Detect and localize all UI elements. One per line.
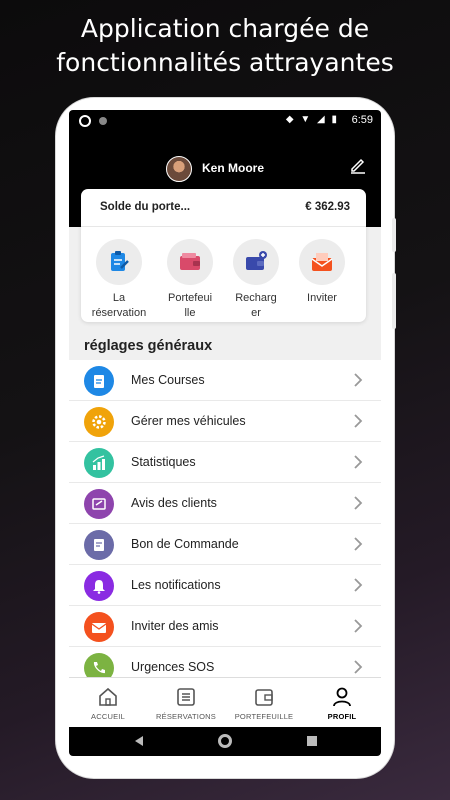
nav-accueil[interactable]: ACCUEIL [69, 678, 147, 728]
action-label-2: réservation [91, 307, 147, 319]
section-title: réglages généraux [84, 338, 213, 354]
bottom-navigation: ACCUEIL RÉSERVATIONS PORTEFEUILLE PROFIL [69, 677, 381, 727]
action-label: La [112, 292, 126, 304]
chevron-right-icon [354, 414, 363, 428]
settings-list: Mes Courses Gérer mes véhicules Statisti… [69, 360, 381, 688]
chevron-right-icon [354, 537, 363, 551]
action-label-2: lle [184, 307, 196, 319]
list-item-bon-commande[interactable]: Bon de Commande [69, 524, 381, 565]
list-item-label: Inviter des amis [131, 619, 219, 633]
nav-portefeuille[interactable]: PORTEFEUILLE [225, 678, 303, 728]
notification-dot-icon [99, 117, 107, 125]
recent-apps-icon[interactable] [307, 736, 317, 746]
chevron-right-icon [354, 578, 363, 592]
status-bar: ◆ ▼ ◢ ▮ 6:59 [69, 110, 381, 132]
wallet-plus-icon [233, 239, 279, 285]
system-navigation-bar [69, 727, 381, 756]
action-label: Portefeui [167, 292, 213, 304]
headline-line-1: Application chargée de [80, 14, 370, 43]
nav-profil[interactable]: PROFIL [303, 678, 381, 728]
chevron-right-icon [354, 455, 363, 469]
list-item-label: Gérer mes véhicules [131, 414, 246, 428]
action-label-2: er [251, 307, 261, 319]
list-item-label: Urgences SOS [131, 660, 215, 674]
action-wallet[interactable]: Portefeui lle [157, 239, 223, 321]
app-screen: ◆ ▼ ◢ ▮ 6:59 Ken Moore Solde du porte...… [69, 110, 381, 756]
list-item-label: Mes Courses [131, 373, 205, 387]
status-time: 6:59 [351, 114, 373, 126]
wallet-icon [255, 689, 273, 706]
avatar[interactable] [166, 156, 192, 182]
list-item-mes-courses[interactable]: Mes Courses [69, 360, 381, 401]
headline-line-2: fonctionnalités attrayantes [56, 48, 394, 77]
wallet-balance-label: Solde du porte... [100, 201, 191, 213]
list-icon [177, 688, 195, 706]
edit-icon[interactable] [349, 156, 367, 179]
list-item-avis[interactable]: Avis des clients [69, 483, 381, 524]
chevron-right-icon [354, 496, 363, 510]
back-icon[interactable] [135, 736, 143, 746]
action-label: Recharg [235, 292, 277, 304]
action-reservation[interactable]: La réservation [86, 239, 152, 321]
chevron-right-icon [354, 373, 363, 387]
action-invite[interactable]: Inviter [289, 239, 355, 306]
receipt-icon [84, 530, 114, 560]
home-circle-icon[interactable] [218, 734, 232, 748]
envelope-icon [84, 612, 114, 642]
nav-label: RÉSERVATIONS [156, 712, 216, 721]
clipboard-icon [84, 366, 114, 396]
list-item-inviter-amis[interactable]: Inviter des amis [69, 606, 381, 647]
list-item-label: Bon de Commande [131, 537, 239, 551]
clipboard-icon [96, 239, 142, 285]
chevron-right-icon [354, 619, 363, 633]
profile-row: Ken Moore [69, 152, 381, 186]
marketing-headline: Application chargée de fonctionnalités a… [0, 12, 450, 80]
action-label: Inviter [307, 292, 337, 304]
chevron-right-icon [354, 660, 363, 674]
bell-icon [84, 571, 114, 601]
nav-label: PORTEFEUILLE [234, 712, 294, 721]
list-item-notifications[interactable]: Les notifications [69, 565, 381, 606]
profile-name: Ken Moore [202, 161, 265, 175]
nav-reservations[interactable]: RÉSERVATIONS [147, 678, 225, 728]
profile-header: Ken Moore Solde du porte... € 362.93 La r… [69, 132, 381, 322]
nav-label: PROFIL [327, 712, 357, 721]
list-item-label: Avis des clients [131, 496, 217, 510]
review-icon [84, 489, 114, 519]
action-recharge[interactable]: Recharg er [223, 239, 289, 321]
list-item-label: Statistiques [131, 455, 196, 469]
nav-label: ACCUEIL [91, 712, 125, 721]
wallet-icon [167, 239, 213, 285]
gear-icon [84, 407, 114, 437]
home-icon [99, 687, 117, 706]
list-item-label: Les notifications [131, 578, 221, 592]
list-item-statistiques[interactable]: Statistiques [69, 442, 381, 483]
bar-chart-icon [84, 448, 114, 478]
phone-volume-button [392, 273, 396, 329]
wallet-balance-value: € 362.93 [305, 201, 350, 213]
phone-side-button [392, 218, 396, 252]
wallet-card: Solde du porte... € 362.93 La réservation… [81, 189, 366, 322]
envelope-icon [299, 239, 345, 285]
list-item-vehicules[interactable]: Gérer mes véhicules [69, 401, 381, 442]
phone-frame: ◆ ▼ ◢ ▮ 6:59 Ken Moore Solde du porte...… [56, 98, 396, 778]
person-icon [333, 687, 351, 707]
wallet-balance-row[interactable]: Solde du porte... € 362.93 [81, 189, 366, 227]
system-status-icons: ◆ ▼ ◢ ▮ [285, 114, 339, 125]
app-status-icon [79, 115, 91, 127]
